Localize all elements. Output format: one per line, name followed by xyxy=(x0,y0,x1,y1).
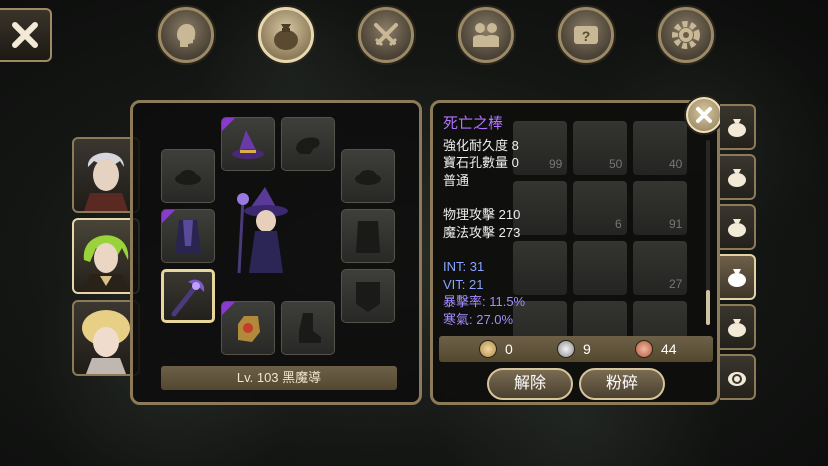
item-count: 27 xyxy=(669,277,683,291)
silver-coin-icon xyxy=(557,340,575,358)
gold-coin-icon xyxy=(479,340,497,358)
robe-icon xyxy=(175,220,201,254)
level-class-label: Lv. 103 黑魔導 xyxy=(161,366,397,390)
item-count: 40 xyxy=(669,157,683,171)
enhance-durability: 強化耐久度 8 xyxy=(443,137,519,153)
bag-search-icon xyxy=(728,372,746,386)
svg-text:?: ? xyxy=(582,28,591,44)
item-count: 50 xyxy=(609,157,623,171)
item-name: 死亡之棒 xyxy=(443,115,504,132)
slot-weapon[interactable] xyxy=(161,269,215,323)
crush-button[interactable]: 粉碎 xyxy=(579,368,665,400)
hat-outline-icon xyxy=(355,170,381,185)
boot-outline-icon xyxy=(299,313,321,343)
bag-icon xyxy=(728,319,746,337)
close-button[interactable] xyxy=(0,8,52,62)
glove-outline-icon xyxy=(296,137,320,154)
stat-crit-rate: 暴擊率: 11.5% xyxy=(443,294,526,309)
gear-icon xyxy=(672,21,700,49)
gold-amount: 0 xyxy=(505,341,513,357)
scroll-icon: ? xyxy=(574,26,598,44)
bag-search-tab[interactable] xyxy=(720,354,756,400)
death-staff-icon xyxy=(171,279,205,317)
slot-hat-alt[interactable] xyxy=(161,149,215,203)
bag-tab-3[interactable] xyxy=(720,204,756,250)
slot-shield[interactable] xyxy=(341,269,395,323)
stat-chill: 寒氣: 27.0% xyxy=(443,311,514,327)
physical-attack: 物理攻擊 210 xyxy=(443,207,521,222)
currency-bar: 0 9 44 xyxy=(439,336,713,362)
character-model xyxy=(237,187,288,274)
unequip-button[interactable]: 解除 xyxy=(487,368,573,400)
slot-cloak[interactable] xyxy=(341,209,395,263)
gauntlet-icon xyxy=(238,316,260,342)
bag-icon xyxy=(728,269,746,287)
head-icon xyxy=(177,23,196,47)
tab-battle[interactable] xyxy=(358,7,414,63)
stat-int: INT: 31 xyxy=(443,259,485,274)
slot-head[interactable] xyxy=(221,117,275,171)
bag-icon xyxy=(728,169,746,187)
gem-slot-count: 寶石孔數量 0 xyxy=(443,155,519,170)
tab-settings[interactable] xyxy=(658,7,714,63)
bag-tab-4[interactable] xyxy=(720,254,756,300)
shield-outline-icon xyxy=(356,282,380,312)
bag-icon xyxy=(728,219,746,237)
tab-character[interactable] xyxy=(158,7,214,63)
item-stats: 死亡之棒 強化耐久度 8 寶石孔數量 0 普通 物理攻擊 210 魔法攻擊 27… xyxy=(443,115,525,328)
character-3-portrait-image xyxy=(82,310,130,374)
people-icon xyxy=(473,23,499,47)
close-icon xyxy=(696,107,712,123)
crossed-swords-icon xyxy=(374,23,398,47)
detail-scrollbar[interactable] xyxy=(706,140,710,325)
item-grade: 普通 xyxy=(443,172,470,188)
character-1-portrait-image xyxy=(84,152,128,211)
slot-ring[interactable] xyxy=(341,149,395,203)
copper-coin-icon xyxy=(635,340,653,358)
bag-tab-5[interactable] xyxy=(720,304,756,350)
close-detail-button[interactable] xyxy=(686,97,722,133)
slot-armor[interactable] xyxy=(161,209,215,263)
equipment-panel: Lv. 103 黑魔導 xyxy=(130,100,422,405)
item-count: 91 xyxy=(669,217,683,231)
bag-tab-2[interactable] xyxy=(720,154,756,200)
stat-vit: VIT: 21 xyxy=(443,276,484,292)
item-count: 99 xyxy=(549,157,563,171)
hat-icon xyxy=(175,170,201,185)
item-detail-panel: 99 50 40 6 91 27 死亡之棒 強化耐久度 8 寶石孔數量 0 普通… xyxy=(430,100,720,405)
inventory-cell xyxy=(573,241,627,295)
tab-inventory[interactable] xyxy=(258,7,314,63)
item-count: 6 xyxy=(615,217,622,231)
slot-boots[interactable] xyxy=(281,301,335,355)
copper-amount: 44 xyxy=(661,341,677,357)
silver-amount: 9 xyxy=(583,341,591,357)
slot-gloves[interactable] xyxy=(221,301,275,355)
close-icon xyxy=(12,22,38,48)
bag-icon xyxy=(274,24,298,50)
bag-icon xyxy=(728,119,746,137)
witch-hat-icon xyxy=(232,130,264,159)
vest-outline-icon xyxy=(356,221,380,253)
slot-accessory[interactable] xyxy=(281,117,335,171)
character-2-portrait-image xyxy=(82,235,130,292)
magic-attack: 魔法攻擊 273 xyxy=(443,224,521,240)
tab-quest[interactable]: ? xyxy=(558,7,614,63)
bag-tab-1[interactable] xyxy=(720,104,756,150)
tab-party[interactable] xyxy=(458,7,514,63)
scrollbar-thumb[interactable] xyxy=(706,290,710,325)
